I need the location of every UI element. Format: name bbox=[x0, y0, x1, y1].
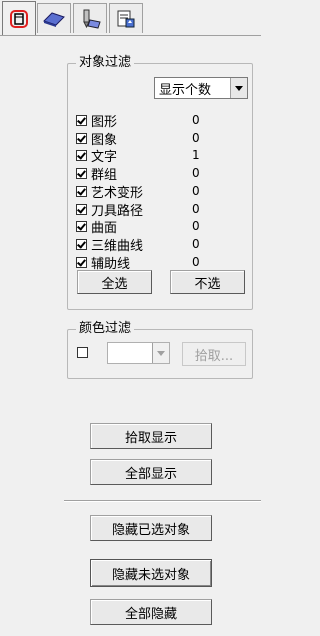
chevron-down-icon[interactable] bbox=[230, 78, 247, 98]
filter-item[interactable]: 图象 bbox=[76, 129, 117, 148]
filter-label: 三维曲线 bbox=[91, 238, 144, 254]
tab-surface[interactable] bbox=[37, 3, 71, 33]
display-count-value: 显示个数 bbox=[159, 82, 212, 98]
filter-label: 文字 bbox=[91, 149, 118, 165]
filter-item[interactable]: 辅助线 bbox=[76, 253, 131, 272]
select-all-button[interactable]: 全选 bbox=[77, 270, 152, 294]
filter-item[interactable]: 三维曲线 bbox=[76, 235, 144, 254]
filter-label: 图形 bbox=[91, 114, 118, 130]
filter-item[interactable]: 图形 bbox=[76, 111, 118, 130]
pick-show-button[interactable]: 拾取显示 bbox=[90, 423, 212, 449]
filter-checkbox[interactable] bbox=[76, 256, 87, 268]
pick-color-button[interactable]: 拾取... bbox=[182, 342, 246, 366]
filter-checkbox[interactable] bbox=[76, 167, 87, 179]
filter-label: 群组 bbox=[91, 167, 118, 183]
filter-item[interactable]: 曲面 bbox=[76, 217, 118, 236]
filter-count: 0 bbox=[192, 255, 200, 269]
filter-item[interactable]: 文字 bbox=[76, 146, 118, 165]
filter-checkbox[interactable] bbox=[76, 203, 87, 215]
filter-item[interactable]: 艺术变形 bbox=[76, 182, 144, 201]
filter-label: 辅助线 bbox=[91, 256, 131, 272]
hide-selected-button[interactable]: 隐藏已选对象 bbox=[90, 515, 212, 541]
tab-divider bbox=[0, 35, 261, 36]
tool-icon bbox=[83, 9, 101, 29]
filter-checkbox[interactable] bbox=[76, 185, 87, 197]
tab-tool[interactable] bbox=[73, 3, 107, 33]
color-filter-checkbox[interactable] bbox=[77, 347, 88, 358]
surface-icon bbox=[43, 11, 65, 27]
filter-count: 0 bbox=[192, 202, 200, 216]
hide-unselected-button[interactable]: 隐藏未选对象 bbox=[90, 559, 212, 587]
select-none-button[interactable]: 不选 bbox=[170, 270, 245, 294]
export-icon bbox=[117, 10, 135, 27]
filter-label: 曲面 bbox=[91, 220, 118, 236]
filter-checkbox[interactable] bbox=[76, 114, 87, 126]
filter-checkbox[interactable] bbox=[76, 132, 87, 144]
filter-count: 0 bbox=[192, 131, 200, 145]
show-all-button[interactable]: 全部显示 bbox=[90, 459, 212, 485]
filter-checkbox[interactable] bbox=[76, 238, 87, 250]
color-filter-title: 颜色过滤 bbox=[76, 321, 135, 337]
display-count-select[interactable]: 显示个数 bbox=[154, 77, 248, 99]
filter-count: 1 bbox=[192, 148, 200, 162]
tab-strip bbox=[0, 0, 261, 36]
separator bbox=[64, 500, 261, 502]
color-select[interactable] bbox=[107, 342, 170, 364]
object-select-icon bbox=[10, 9, 28, 28]
filter-count: 0 bbox=[192, 113, 200, 127]
object-filter-title: 对象过滤 bbox=[76, 55, 135, 71]
filter-count: 0 bbox=[192, 166, 200, 180]
filter-count: 0 bbox=[192, 237, 200, 251]
filter-label: 艺术变形 bbox=[91, 185, 144, 201]
hide-all-button[interactable]: 全部隐藏 bbox=[90, 599, 212, 625]
tab-object-select[interactable] bbox=[2, 1, 36, 35]
filter-item[interactable]: 刀具路径 bbox=[76, 200, 143, 219]
filter-count: 0 bbox=[192, 219, 200, 233]
filter-item[interactable]: 群组 bbox=[76, 164, 118, 183]
filter-checkbox[interactable] bbox=[76, 149, 87, 161]
filter-count: 0 bbox=[192, 184, 200, 198]
chevron-down-icon[interactable] bbox=[152, 343, 169, 363]
filter-checkbox[interactable] bbox=[76, 220, 87, 232]
tab-export[interactable] bbox=[109, 3, 143, 33]
